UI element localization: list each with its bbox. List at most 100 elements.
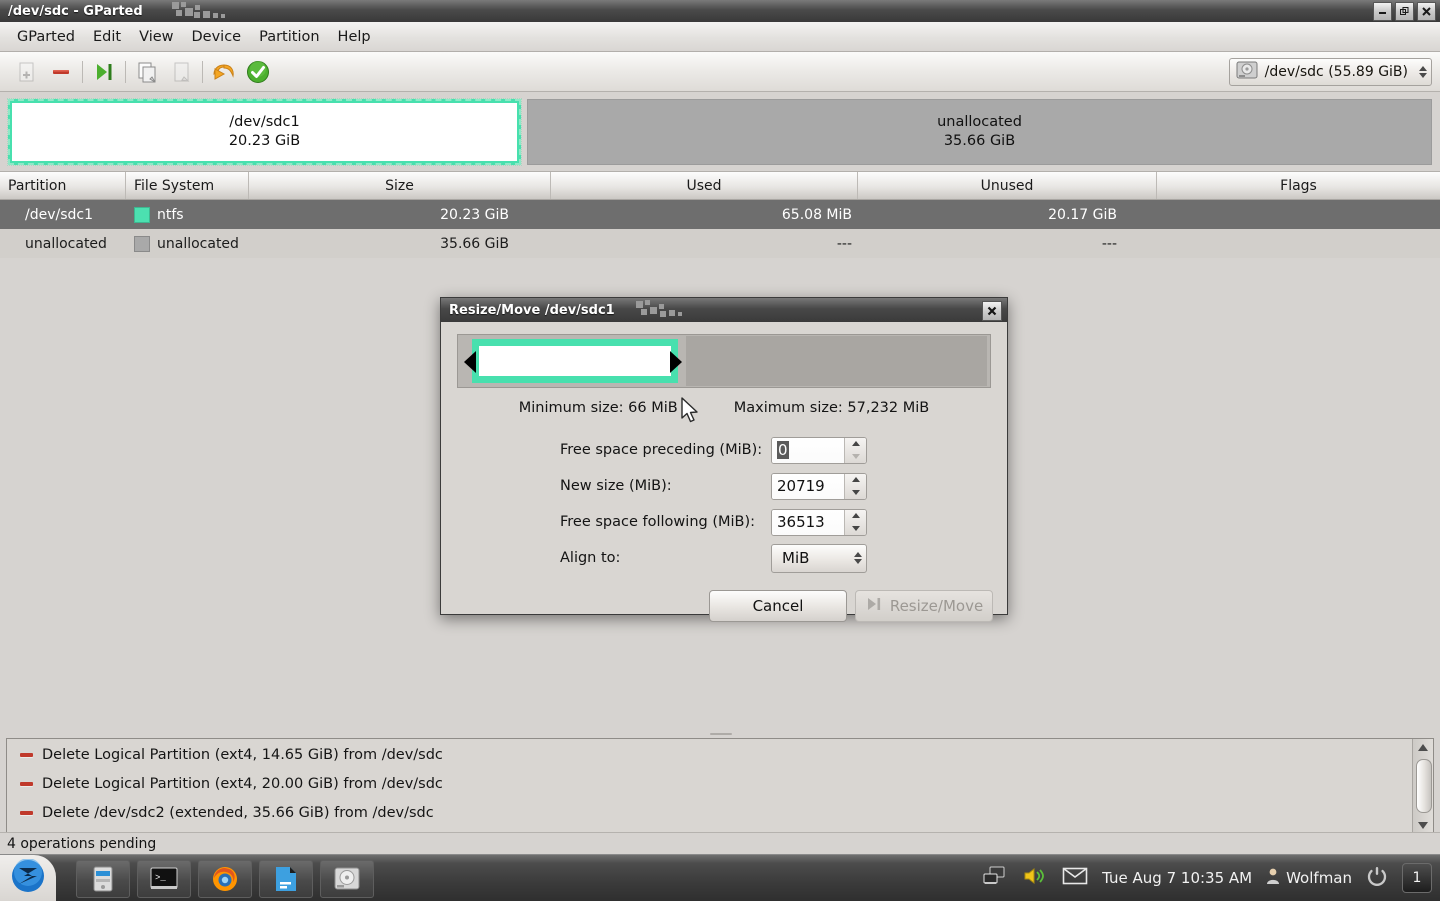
dialog-button-row: Cancel Resize/Move bbox=[453, 590, 995, 622]
volume-icon[interactable] bbox=[1022, 865, 1048, 891]
launcher-firefox[interactable] bbox=[198, 860, 252, 898]
label-free-space-following: Free space following (MiB): bbox=[560, 514, 756, 530]
free-space-following-input[interactable]: 36513 bbox=[771, 508, 867, 536]
resize-move-button[interactable] bbox=[87, 56, 121, 88]
splitter-grip bbox=[710, 733, 732, 735]
column-header-filesystem[interactable]: File System bbox=[126, 172, 249, 199]
launcher-terminal[interactable]: >_ bbox=[137, 860, 191, 898]
avatar bbox=[1266, 867, 1280, 889]
delete-partition-button[interactable] bbox=[44, 56, 78, 88]
operation-label: Delete /dev/sdc2 (extended, 35.66 GiB) f… bbox=[42, 804, 434, 821]
resize-partition-block[interactable] bbox=[472, 339, 678, 383]
clock[interactable]: Tue Aug 7 10:35 AM bbox=[1102, 869, 1252, 887]
power-icon[interactable] bbox=[1366, 865, 1388, 891]
column-header-size[interactable]: Size bbox=[249, 172, 551, 199]
user-indicator[interactable]: Wolfman bbox=[1266, 867, 1352, 889]
list-item[interactable]: Delete Logical Partition (ext4, 14.65 Gi… bbox=[8, 740, 1412, 769]
hard-disk-icon bbox=[1236, 60, 1258, 84]
cell-size: 20.23 GiB bbox=[440, 206, 509, 223]
disk-partition-unallocated[interactable]: unallocated 35.66 GiB bbox=[527, 98, 1432, 165]
filesystem-color-swatch bbox=[134, 206, 150, 223]
label-free-space-preceding: Free space preceding (MiB): bbox=[560, 442, 763, 458]
titlebar-decoration bbox=[172, 2, 232, 20]
maximum-size-label: Maximum size: 57,232 MiB bbox=[733, 400, 930, 416]
resize-free-space-area bbox=[686, 336, 987, 386]
menu-device[interactable]: Device bbox=[183, 26, 251, 48]
cell-filesystem: unallocated bbox=[126, 235, 249, 252]
new-size-stepper[interactable] bbox=[844, 473, 866, 499]
close-icon[interactable] bbox=[1417, 2, 1436, 21]
resize-move-confirm-button[interactable]: Resize/Move bbox=[855, 590, 993, 622]
toolbar-separator bbox=[202, 60, 203, 83]
column-header-used[interactable]: Used bbox=[551, 172, 858, 199]
new-size-value[interactable]: 20719 bbox=[772, 473, 844, 499]
panel-splitter[interactable] bbox=[0, 730, 1440, 738]
table-row[interactable]: /dev/sdc1 ntfs 20.23 GiB 65.08 MiB 20.17… bbox=[0, 200, 1440, 229]
mail-icon[interactable] bbox=[1062, 866, 1088, 890]
resize-handle-left[interactable] bbox=[464, 351, 476, 373]
scroll-down-icon[interactable] bbox=[1413, 817, 1433, 833]
free-space-preceding-value[interactable]: 0 bbox=[772, 437, 844, 463]
column-header-unused[interactable]: Unused bbox=[858, 172, 1157, 199]
launcher-file-manager[interactable] bbox=[76, 860, 130, 898]
menu-partition[interactable]: Partition bbox=[250, 26, 328, 48]
free-space-following-value[interactable]: 36513 bbox=[772, 509, 844, 535]
cell-filesystem-label: unallocated bbox=[157, 235, 239, 252]
start-menu-button[interactable] bbox=[0, 855, 56, 901]
resize-handle-right[interactable] bbox=[670, 351, 682, 373]
svg-text:>_: >_ bbox=[155, 873, 166, 883]
operation-label: Delete Logical Partition (ext4, 14.65 Gi… bbox=[42, 746, 443, 763]
list-item[interactable]: Delete /dev/sdc2 (extended, 35.66 GiB) f… bbox=[8, 798, 1412, 827]
workspace-indicator[interactable]: 1 bbox=[1402, 863, 1432, 893]
cell-unused: 20.17 GiB bbox=[1048, 206, 1117, 223]
cell-filesystem: ntfs bbox=[126, 206, 249, 223]
system-tray: Tue Aug 7 10:35 AM Wolfman 1 bbox=[982, 855, 1440, 901]
new-partition-button[interactable] bbox=[10, 56, 44, 88]
device-selector[interactable]: /dev/sdc (55.89 GiB) bbox=[1228, 58, 1432, 86]
dialog-body: Minimum size: 66 MiB Maximum size: 57,23… bbox=[441, 322, 1007, 622]
taskbar: >_ Tue Aug 7 10:35 AM Wolfman 1 bbox=[0, 854, 1440, 901]
pending-operations-list: Delete Logical Partition (ext4, 14.65 Gi… bbox=[8, 740, 1412, 834]
menu-edit[interactable]: Edit bbox=[84, 26, 130, 48]
toolbar bbox=[0, 52, 1440, 92]
device-selector-spinner[interactable] bbox=[1419, 66, 1427, 78]
menu-help[interactable]: Help bbox=[329, 26, 380, 48]
free-space-following-stepper[interactable] bbox=[844, 509, 866, 535]
maximize-icon[interactable] bbox=[1395, 2, 1414, 21]
network-icon[interactable] bbox=[982, 865, 1008, 891]
new-size-input[interactable]: 20719 bbox=[771, 472, 867, 500]
file-manager-icon bbox=[93, 866, 113, 892]
label-align-to: Align to: bbox=[560, 550, 621, 566]
copy-button[interactable] bbox=[130, 56, 164, 88]
launcher-text-editor[interactable] bbox=[259, 860, 313, 898]
firefox-icon bbox=[213, 867, 237, 891]
undo-button[interactable] bbox=[207, 56, 241, 88]
partition-resize-graphic[interactable] bbox=[457, 334, 991, 423]
menu-gparted[interactable]: GParted bbox=[8, 26, 84, 48]
scroll-up-icon[interactable] bbox=[1413, 739, 1433, 755]
pending-operations-panel: Delete Logical Partition (ext4, 14.65 Gi… bbox=[6, 738, 1434, 834]
free-space-preceding-stepper[interactable] bbox=[844, 437, 866, 463]
menu-view[interactable]: View bbox=[130, 26, 182, 48]
window-title: /dev/sdc - GParted bbox=[8, 3, 143, 19]
text-editor-icon bbox=[276, 867, 296, 891]
scrollbar-thumb[interactable] bbox=[1416, 759, 1432, 813]
minimum-size-label: Minimum size: 66 MiB bbox=[518, 400, 678, 416]
column-header-flags[interactable]: Flags bbox=[1157, 172, 1440, 199]
align-to-select[interactable]: MiB bbox=[771, 543, 867, 573]
apply-button[interactable] bbox=[241, 56, 275, 88]
operations-scrollbar[interactable] bbox=[1412, 739, 1433, 833]
list-item[interactable]: Delete Logical Partition (ext4, 20.00 Gi… bbox=[8, 769, 1412, 798]
column-header-partition[interactable]: Partition bbox=[0, 172, 126, 199]
free-space-preceding-input[interactable]: 0 bbox=[771, 436, 867, 464]
disk-partition-sdc1[interactable]: /dev/sdc1 20.23 GiB bbox=[7, 97, 522, 166]
minimize-icon[interactable] bbox=[1373, 2, 1392, 21]
toolbar-separator bbox=[125, 60, 126, 83]
minus-icon bbox=[20, 810, 33, 815]
table-row[interactable]: unallocated unallocated 35.66 GiB --- --… bbox=[0, 229, 1440, 258]
launcher-disk-utility[interactable] bbox=[320, 860, 374, 898]
cancel-button[interactable]: Cancel bbox=[709, 590, 847, 622]
table-header-row: Partition File System Size Used Unused F… bbox=[0, 172, 1440, 200]
close-icon[interactable] bbox=[982, 301, 1002, 321]
paste-button[interactable] bbox=[164, 56, 198, 88]
